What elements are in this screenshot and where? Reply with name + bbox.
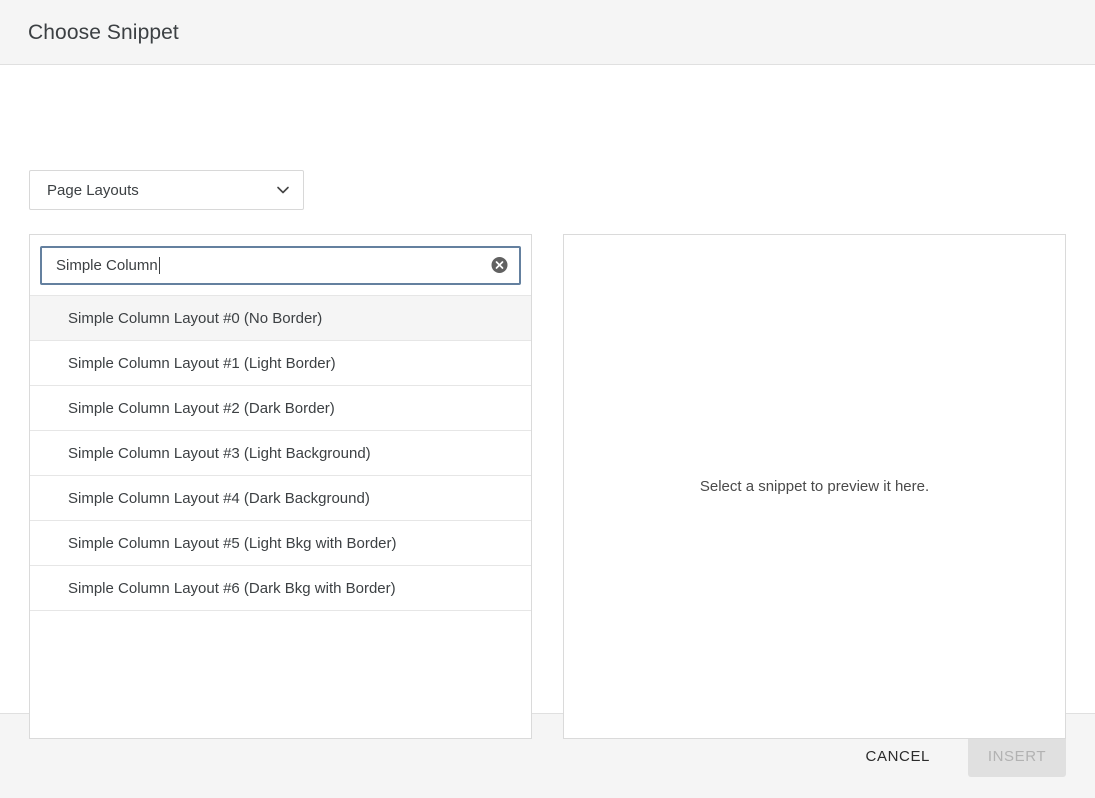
list-item-label: Simple Column Layout #3 (Light Backgroun… [68,445,371,462]
dialog-body: Page Layouts Simple Column [0,65,1095,713]
cancel-button[interactable]: CANCEL [850,737,946,776]
search-input-text-wrap: Simple Column [42,257,160,274]
dialog-header: Choose Snippet [0,0,1095,65]
list-item-label: Simple Column Layout #1 (Light Border) [68,355,336,372]
snippet-list-panel: Simple Column Simple Column Layout #0 (N… [29,234,532,739]
snippet-list: Simple Column Layout #0 (No Border) Simp… [30,295,531,611]
text-caret [159,257,160,274]
list-item[interactable]: Simple Column Layout #5 (Light Bkg with … [30,521,531,566]
list-item[interactable]: Simple Column Layout #6 (Dark Bkg with B… [30,566,531,611]
search-row: Simple Column [30,235,531,295]
category-select[interactable]: Page Layouts [29,170,304,210]
list-item-label: Simple Column Layout #4 (Dark Background… [68,490,370,507]
search-input-value: Simple Column [56,257,158,274]
list-item[interactable]: Simple Column Layout #0 (No Border) [30,296,531,341]
snippet-preview-panel: Select a snippet to preview it here. [563,234,1066,739]
page-title: Choose Snippet [28,22,179,43]
panes-container: Simple Column Simple Column Layout #0 (N… [29,234,1066,739]
insert-button[interactable]: INSERT [968,736,1066,777]
category-select-wrapper: Page Layouts [29,170,304,210]
list-item-label: Simple Column Layout #6 (Dark Bkg with B… [68,580,396,597]
search-input[interactable]: Simple Column [40,246,521,285]
preview-placeholder-text: Select a snippet to preview it here. [700,478,929,495]
list-item-label: Simple Column Layout #0 (No Border) [68,310,322,327]
list-item-label: Simple Column Layout #5 (Light Bkg with … [68,535,397,552]
choose-snippet-dialog: Choose Snippet Page Layouts Simple [0,0,1095,798]
list-item[interactable]: Simple Column Layout #1 (Light Border) [30,341,531,386]
clear-circle-icon[interactable] [491,257,508,274]
list-item[interactable]: Simple Column Layout #4 (Dark Background… [30,476,531,521]
category-select-value: Page Layouts [47,182,139,199]
list-item[interactable]: Simple Column Layout #2 (Dark Border) [30,386,531,431]
list-item-label: Simple Column Layout #2 (Dark Border) [68,400,335,417]
list-item[interactable]: Simple Column Layout #3 (Light Backgroun… [30,431,531,476]
